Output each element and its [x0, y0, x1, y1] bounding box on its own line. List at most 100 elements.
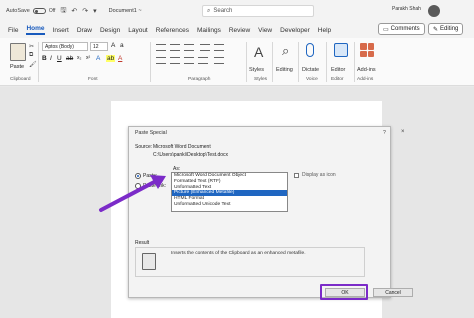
- customize-qat-icon[interactable]: ▾: [93, 7, 97, 15]
- result-description: Inserts the contents of the Clipboard as…: [171, 251, 306, 256]
- tab-insert[interactable]: Insert: [53, 27, 69, 34]
- editing-button-label[interactable]: Editing: [276, 67, 293, 73]
- comment-icon: ▭: [383, 26, 389, 33]
- ribbon-separator: [354, 42, 355, 82]
- redo-icon[interactable]: ↷: [82, 7, 88, 15]
- autosave-toggle[interactable]: [32, 8, 46, 14]
- editing-mode-label: Editing: [440, 26, 459, 32]
- group-label-paragraph: Paragraph: [188, 77, 211, 82]
- text-effects-icon[interactable]: A: [96, 55, 100, 62]
- group-label-clipboard: Clipboard: [10, 77, 31, 82]
- superscript-icon[interactable]: x²: [86, 55, 90, 61]
- multilevel-list-icon[interactable]: [184, 44, 194, 51]
- format-painter-icon[interactable]: 🖌: [29, 61, 37, 68]
- tab-draw[interactable]: Draw: [77, 27, 92, 34]
- editing-mode-button[interactable]: ✎ Editing: [428, 23, 464, 35]
- editor-icon[interactable]: [334, 43, 348, 57]
- tab-view[interactable]: View: [258, 27, 272, 34]
- styles-icon[interactable]: A: [254, 44, 263, 60]
- microphone-icon[interactable]: [306, 43, 314, 57]
- undo-icon[interactable]: ↶: [71, 7, 77, 15]
- clipboard-icon: [142, 253, 156, 270]
- ribbon-separator: [38, 42, 39, 82]
- tab-file[interactable]: File: [8, 27, 18, 34]
- document-title[interactable]: Document1 ~: [109, 8, 142, 14]
- strikethrough-icon[interactable]: ab: [66, 55, 73, 62]
- justify-icon[interactable]: [198, 57, 208, 64]
- paste-link-radio[interactable]: [135, 183, 141, 189]
- comments-button[interactable]: ▭ Comments: [378, 23, 425, 35]
- highlight-icon[interactable]: ab: [106, 55, 116, 62]
- source-path: C:\Users\panki\Desktop\Test.docx: [153, 152, 229, 158]
- dictate-button-label[interactable]: Dictate: [302, 67, 319, 73]
- save-icon[interactable]: 🖫: [60, 6, 66, 17]
- font-size-field[interactable]: 12: [90, 42, 108, 51]
- dialog-title: Paste Special: [135, 130, 167, 136]
- increase-indent-icon[interactable]: [214, 44, 224, 51]
- group-label-styles: Styles: [254, 77, 268, 82]
- subscript-icon[interactable]: x₂: [77, 55, 81, 61]
- autosave[interactable]: AutoSave Off: [6, 8, 55, 14]
- search-input[interactable]: ⌕ Search: [202, 5, 314, 17]
- ribbon: Paste ✂ ⧉ 🖌 Aptos (Body) 12 A a B I U ab…: [0, 38, 474, 86]
- comments-label: Comments: [390, 26, 420, 32]
- cancel-button[interactable]: Cancel: [373, 288, 413, 297]
- ok-button[interactable]: OK: [325, 288, 365, 297]
- ribbon-separator: [272, 42, 273, 82]
- paste-special-dialog: Paste Special ? × Source: Microsoft Word…: [128, 126, 413, 300]
- ribbon-separator: [246, 42, 247, 82]
- cut-icon[interactable]: ✂: [29, 43, 34, 50]
- bullets-icon[interactable]: [156, 44, 166, 51]
- bold-icon[interactable]: B: [42, 55, 47, 62]
- styles-button-label[interactable]: Styles: [249, 67, 264, 73]
- ribbon-separator: [298, 42, 299, 82]
- tab-references[interactable]: References: [156, 27, 189, 34]
- paste-button-label[interactable]: Paste: [10, 64, 24, 70]
- tab-review[interactable]: Review: [229, 27, 250, 34]
- paste-icon[interactable]: [10, 43, 26, 61]
- font-color-icon[interactable]: A: [118, 55, 122, 62]
- add-ins-button-label[interactable]: Add-ins: [357, 67, 376, 73]
- pencil-icon: ✎: [433, 26, 439, 33]
- display-as-icon-checkbox[interactable]: [294, 173, 299, 178]
- tab-layout[interactable]: Layout: [128, 27, 148, 34]
- numbering-icon[interactable]: [170, 44, 180, 51]
- align-left-icon[interactable]: [156, 57, 166, 64]
- grow-font-icon[interactable]: A: [111, 42, 115, 49]
- group-label-add-ins: Add-ins: [357, 77, 374, 82]
- tab-home[interactable]: Home: [26, 25, 45, 35]
- paste-link-radio-label[interactable]: Paste link:: [143, 183, 166, 189]
- paste-radio[interactable]: [135, 173, 141, 179]
- paste-radio-label[interactable]: Paste:: [143, 173, 157, 179]
- line-spacing-icon[interactable]: [214, 57, 224, 64]
- shrink-font-icon[interactable]: a: [120, 42, 124, 49]
- close-icon[interactable]: ×: [401, 129, 405, 135]
- paste-as-list[interactable]: Microsoft Word Document Object Formatted…: [171, 172, 288, 212]
- align-center-icon[interactable]: [170, 57, 180, 64]
- font-name-field[interactable]: Aptos (Body): [42, 42, 88, 51]
- italic-icon[interactable]: I: [50, 55, 52, 62]
- ribbon-separator: [326, 42, 327, 82]
- tab-design[interactable]: Design: [100, 27, 120, 34]
- autosave-state: Off: [48, 8, 56, 14]
- underline-icon[interactable]: U: [57, 55, 62, 62]
- editor-button-label[interactable]: Editor: [331, 67, 345, 73]
- source-type: Microsoft Word Document: [153, 144, 211, 150]
- list-item[interactable]: Unformatted Unicode Text: [172, 202, 287, 208]
- ribbon-separator: [150, 42, 151, 82]
- tab-help[interactable]: Help: [318, 27, 331, 34]
- copy-icon[interactable]: ⧉: [29, 52, 33, 59]
- align-right-icon[interactable]: [184, 57, 194, 64]
- search-icon: ⌕: [207, 7, 211, 14]
- decrease-indent-icon[interactable]: [200, 44, 210, 51]
- tab-developer[interactable]: Developer: [280, 27, 310, 34]
- display-as-icon-label[interactable]: Display as icon: [302, 172, 336, 178]
- user-name[interactable]: Parakh Shah: [392, 6, 421, 12]
- group-label-font: Font: [88, 77, 98, 82]
- add-ins-icon[interactable]: [360, 43, 374, 57]
- group-label-editor: Editor: [331, 77, 344, 82]
- tab-mailings[interactable]: Mailings: [197, 27, 221, 34]
- find-icon[interactable]: ⌕: [282, 43, 289, 59]
- avatar[interactable]: [428, 5, 440, 17]
- help-button[interactable]: ?: [383, 130, 386, 136]
